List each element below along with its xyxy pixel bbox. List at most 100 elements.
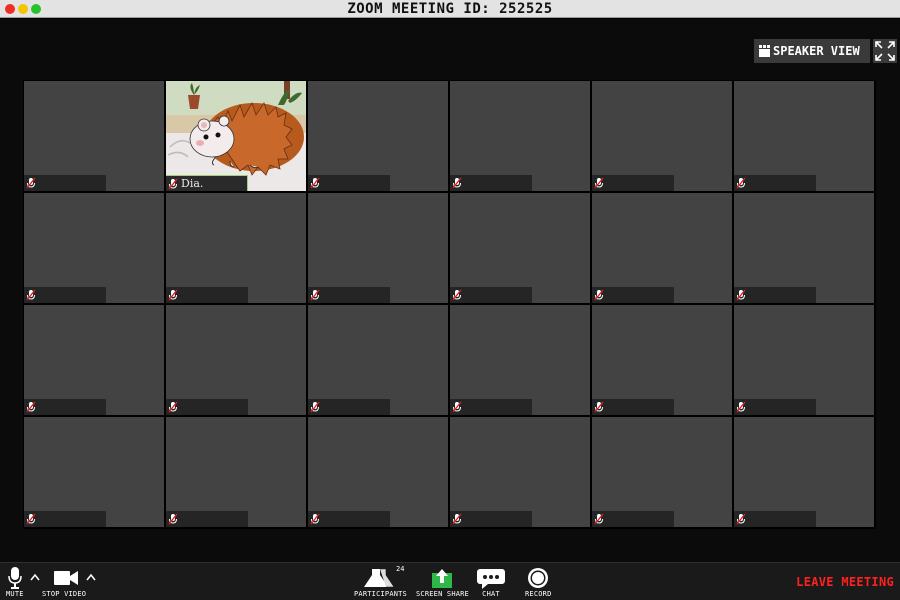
participant-tile[interactable] (734, 417, 874, 527)
participant-name-bar (166, 399, 248, 415)
participant-tile[interactable] (734, 305, 874, 415)
muted-microphone-icon (450, 287, 464, 303)
participants-icon (364, 568, 396, 588)
muted-microphone-icon (308, 511, 322, 527)
muted-microphone-icon (734, 399, 748, 415)
muted-microphone-icon (592, 287, 606, 303)
participant-name-bar (166, 287, 248, 303)
participants-count-badge: 24 (396, 565, 405, 573)
muted-microphone-icon (450, 399, 464, 415)
participant-name-bar (734, 287, 816, 303)
muted-microphone-icon (308, 287, 322, 303)
stop-video-button[interactable]: STOP VIDEO (42, 567, 86, 598)
participant-tile[interactable] (592, 81, 732, 191)
muted-microphone-icon (734, 511, 748, 527)
participant-name-bar (166, 511, 248, 527)
participant-tile[interactable] (24, 193, 164, 303)
participants-label: PARTICIPANTS (354, 590, 407, 598)
screen-share-icon (432, 569, 453, 588)
participant-name-bar (24, 175, 106, 191)
mute-button[interactable]: MUTE (6, 567, 24, 598)
muted-microphone-icon (450, 175, 464, 191)
participant-name-bar (450, 399, 532, 415)
participant-name-bar (592, 175, 674, 191)
participant-tile[interactable] (166, 193, 306, 303)
participant-tile[interactable]: Dia. (166, 81, 306, 191)
participant-name-bar (592, 399, 674, 415)
participant-tile[interactable] (166, 417, 306, 527)
participant-tile[interactable] (450, 417, 590, 527)
muted-microphone-icon (166, 287, 180, 303)
participant-tile[interactable] (24, 305, 164, 415)
microphone-icon (8, 567, 22, 589)
participant-name-bar (734, 511, 816, 527)
participant-tile[interactable] (308, 417, 448, 527)
muted-microphone-icon (308, 399, 322, 415)
participant-name-bar (734, 399, 816, 415)
participant-name: Dia. (181, 177, 204, 190)
muted-microphone-icon (24, 175, 38, 191)
speaker-view-label: SPEAKER VIEW (773, 44, 860, 58)
meeting-toolbar: MUTE STOP VIDEO PARTICIPANTS 24 SCREEN S… (0, 562, 900, 600)
muted-microphone-icon (24, 511, 38, 527)
audio-options-caret-icon[interactable] (30, 573, 40, 581)
record-icon (528, 568, 549, 588)
muted-microphone-icon (450, 511, 464, 527)
muted-microphone-icon (308, 175, 322, 191)
chat-label: CHAT (482, 590, 500, 598)
chat-button[interactable]: CHAT (476, 567, 506, 598)
fullscreen-icon (875, 41, 895, 61)
muted-microphone-icon (166, 399, 180, 415)
muted-microphone-icon (24, 399, 38, 415)
participant-tile[interactable] (166, 305, 306, 415)
participant-tile[interactable] (450, 305, 590, 415)
participant-tile[interactable] (450, 193, 590, 303)
speaker-view-button[interactable]: SPEAKER VIEW (754, 39, 870, 63)
mute-label: MUTE (6, 590, 24, 598)
participant-name-bar (592, 511, 674, 527)
participant-video-grid: Dia. (23, 80, 876, 529)
participant-name-bar (308, 287, 390, 303)
participant-name-bar: Dia. (166, 175, 248, 191)
fullscreen-button[interactable] (873, 39, 897, 63)
participant-name-bar (450, 511, 532, 527)
participant-tile[interactable] (308, 305, 448, 415)
participant-tile[interactable] (308, 193, 448, 303)
participant-tile[interactable] (450, 81, 590, 191)
participant-tile[interactable] (592, 417, 732, 527)
title-bar: ZOOM MEETING ID: 252525 (0, 0, 900, 18)
participant-name-bar (308, 175, 390, 191)
participant-tile[interactable] (592, 305, 732, 415)
muted-microphone-icon (166, 176, 180, 192)
participant-tile[interactable] (24, 81, 164, 191)
participant-tile[interactable] (734, 193, 874, 303)
participant-tile[interactable] (734, 81, 874, 191)
participant-name-bar (308, 399, 390, 415)
muted-microphone-icon (592, 399, 606, 415)
video-camera-icon (54, 571, 79, 585)
muted-microphone-icon (734, 175, 748, 191)
muted-microphone-icon (166, 511, 180, 527)
screen-share-label: SCREEN SHARE (416, 590, 469, 598)
screen-share-button[interactable]: SCREEN SHARE (416, 567, 469, 598)
muted-microphone-icon (24, 287, 38, 303)
record-button[interactable]: RECORD (525, 567, 552, 598)
muted-microphone-icon (592, 175, 606, 191)
participant-tile[interactable] (24, 417, 164, 527)
stop-video-label: STOP VIDEO (42, 590, 87, 598)
participant-tile[interactable] (592, 193, 732, 303)
gallery-grid-icon (759, 45, 770, 57)
chat-bubble-icon (477, 569, 505, 589)
window-title: ZOOM MEETING ID: 252525 (347, 1, 553, 17)
participant-name-bar (592, 287, 674, 303)
record-label: RECORD (525, 590, 552, 598)
participant-name-bar (24, 399, 106, 415)
participant-name-bar (450, 287, 532, 303)
participant-tile[interactable] (308, 81, 448, 191)
leave-meeting-button[interactable]: LEAVE MEETING (796, 575, 894, 589)
participant-name-bar (734, 175, 816, 191)
participant-name-bar (24, 287, 106, 303)
participant-name-bar (24, 511, 106, 527)
video-options-caret-icon[interactable] (86, 573, 96, 581)
participant-name-bar (450, 175, 532, 191)
